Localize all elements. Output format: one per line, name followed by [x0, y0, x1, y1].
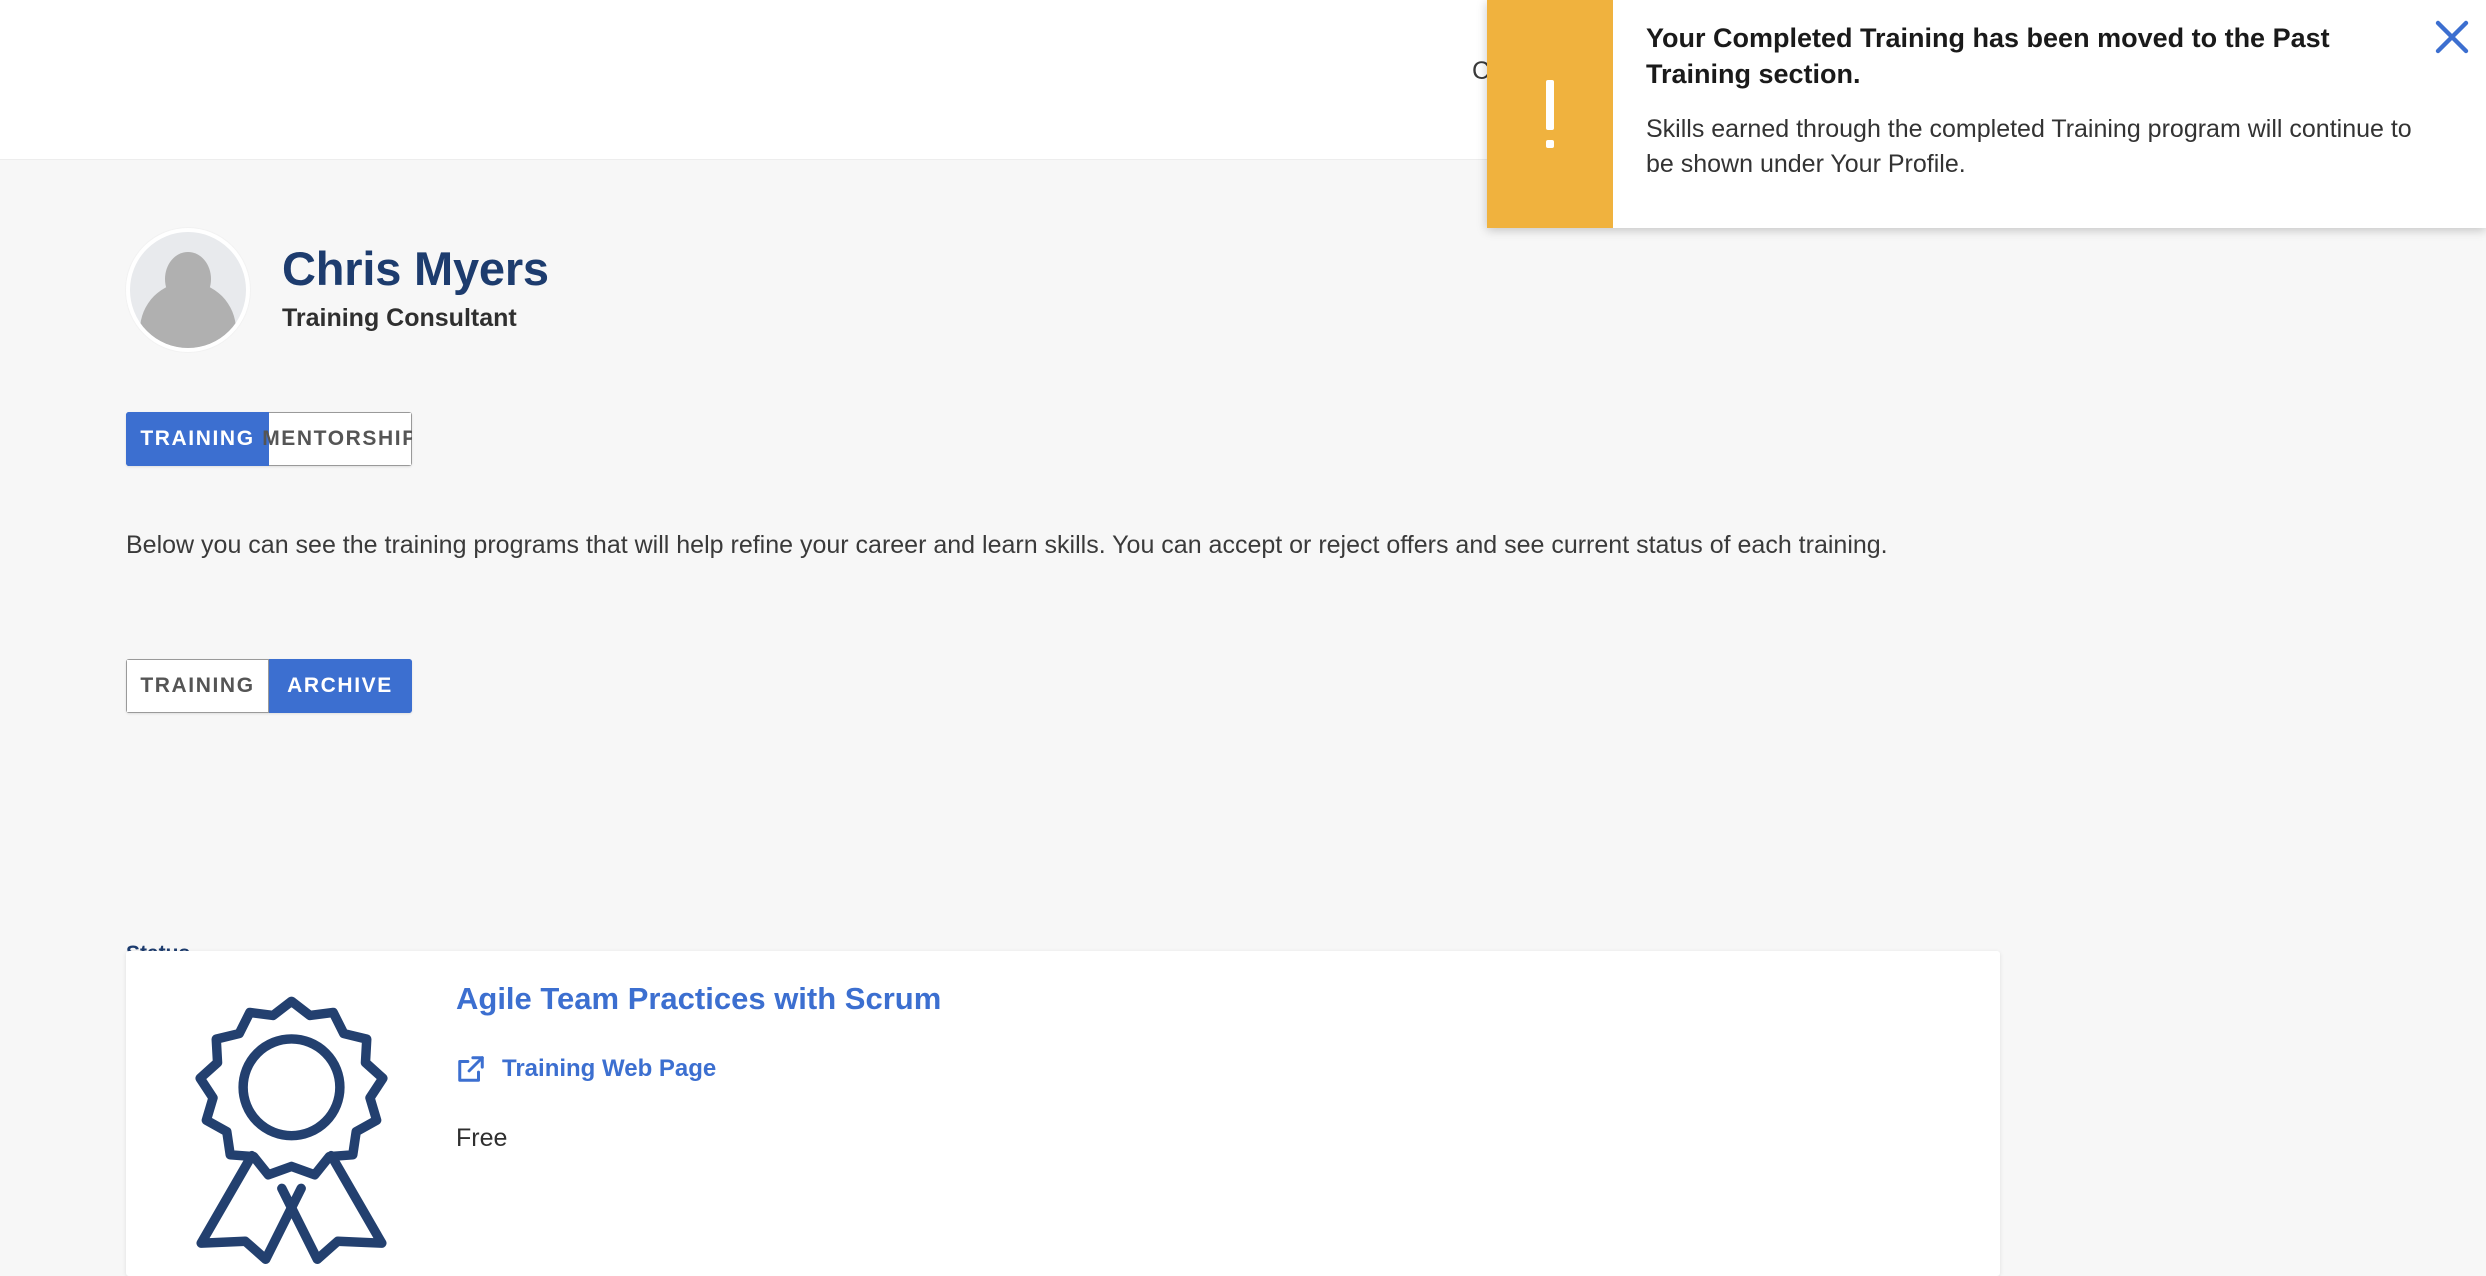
profile-header: Chris Myers Training Consultant [126, 228, 549, 352]
close-icon[interactable] [2428, 13, 2476, 61]
award-ribbon-icon [194, 996, 388, 1265]
training-web-page-link-label: Training Web Page [502, 1055, 717, 1082]
external-link-icon [458, 1056, 484, 1082]
training-card-title[interactable]: Agile Team Practices with Scrum [456, 981, 2000, 1017]
training-card[interactable]: Agile Team Practices with Scrum Training… [126, 951, 2000, 1276]
avatar [126, 228, 250, 352]
subtab-archive[interactable]: ARCHIVE [269, 659, 412, 713]
page-content: Chris Myers Training Consultant TRAINING… [0, 160, 2486, 1276]
profile-role: Training Consultant [282, 303, 517, 332]
exclamation-stem [1546, 80, 1554, 130]
subtab-training[interactable]: TRAINING [126, 659, 269, 713]
toast-accent-bar [1487, 0, 1613, 228]
tab-training[interactable]: TRAINING [126, 412, 269, 466]
main-tab-group: TRAINING MENTORSHIP [126, 412, 412, 466]
toast-message: Skills earned through the completed Trai… [1646, 115, 2412, 178]
toast-content: Your Completed Training has been moved t… [1613, 0, 2486, 228]
training-card-price: Free [456, 1124, 508, 1152]
toast-title: Your Completed Training has been moved t… [1646, 23, 2330, 90]
avatar-body-shape [140, 282, 236, 348]
training-web-page-link[interactable]: Training Web Page [456, 1054, 2000, 1084]
training-card-icon-wrap [126, 951, 456, 1276]
exclamation-icon [1546, 80, 1554, 148]
exclamation-dot [1546, 140, 1554, 148]
profile-text-block: Chris Myers Training Consultant [282, 243, 549, 337]
training-card-body: Agile Team Practices with Scrum Training… [456, 951, 2000, 1276]
section-description: Below you can see the training programs … [126, 531, 1888, 559]
toast-notification: Your Completed Training has been moved t… [1487, 0, 2486, 228]
sub-tab-group: TRAINING ARCHIVE [126, 659, 412, 713]
tab-mentorship[interactable]: MENTORSHIP [262, 412, 412, 466]
page-title: Chris Myers [282, 242, 549, 296]
